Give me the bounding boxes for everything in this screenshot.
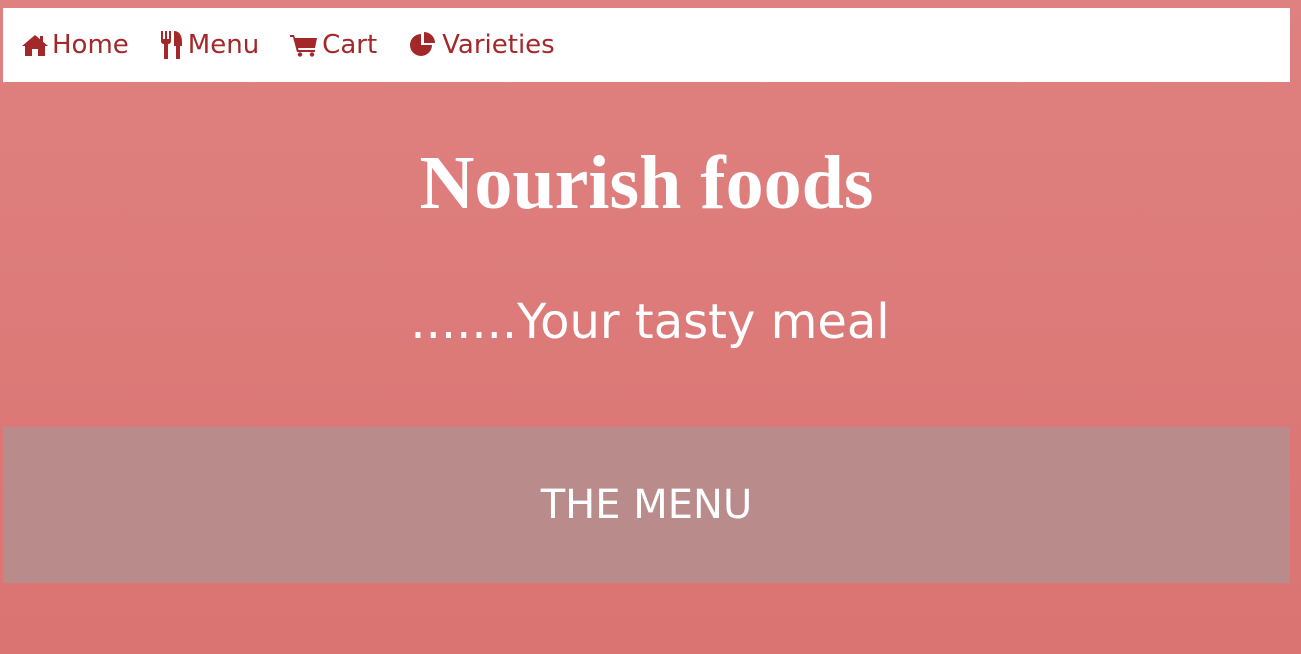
menu-section-banner: THE MENU [3, 427, 1290, 583]
cart-icon [290, 35, 318, 57]
nav-varieties-label: Varieties [442, 30, 555, 60]
nav-varieties-link[interactable]: Varieties [407, 31, 555, 59]
site-title: Nourish foods [419, 141, 874, 225]
pie-chart-icon [410, 32, 436, 56]
nav-menu-link[interactable]: Menu [159, 30, 259, 60]
site-tagline: .......Your tasty meal [410, 294, 890, 350]
home-icon [22, 35, 48, 56]
nav-home-link[interactable]: Home [21, 32, 129, 58]
cutlery-icon [160, 31, 182, 59]
nav-cart-label: Cart [322, 30, 378, 60]
menu-section-heading: THE MENU [540, 482, 753, 528]
top-navbar: Home Menu Cart Varieties [3, 8, 1290, 82]
nav-menu-label: Menu [187, 30, 260, 60]
nav-home-label: Home [52, 30, 129, 60]
nav-cart-link[interactable]: Cart [289, 32, 377, 58]
